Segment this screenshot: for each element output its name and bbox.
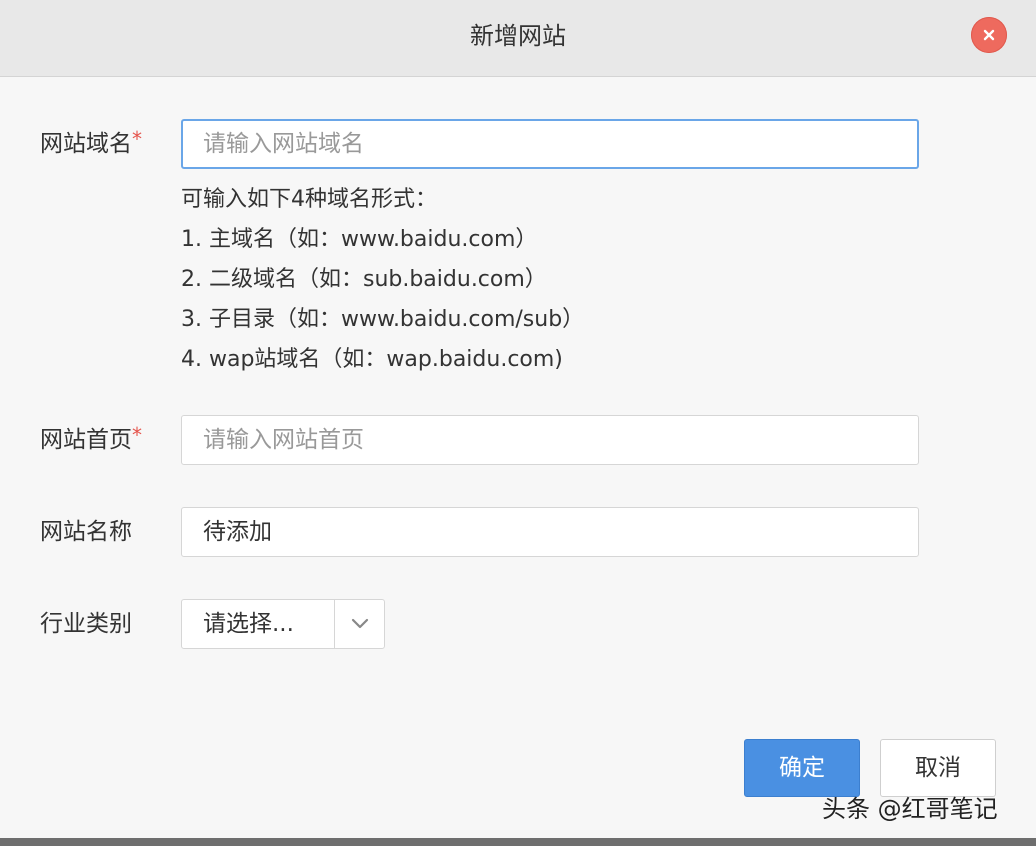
close-icon bbox=[983, 29, 995, 41]
site-name-label: 网站名称 bbox=[40, 519, 132, 545]
homepage-input-placeholder: 请输入网站首页 bbox=[203, 427, 364, 453]
site-name-value: 待添加 bbox=[203, 519, 272, 545]
site-name-input[interactable]: 待添加 bbox=[181, 507, 919, 557]
add-website-dialog: 新增网站 网站域名* 请输入网站域名 可输入如下4种域名形式： 1. 主域名（如… bbox=[0, 0, 1036, 838]
industry-select[interactable]: 请选择... bbox=[181, 599, 385, 649]
hint-item: 3. 子目录（如：www.baidu.com/sub） bbox=[181, 307, 585, 332]
hint-item: 2. 二级域名（如：sub.baidu.com） bbox=[181, 267, 547, 292]
select-divider bbox=[334, 600, 335, 648]
dialog-titlebar: 新增网站 bbox=[0, 0, 1036, 77]
watermark: 头条 @红哥笔记 bbox=[822, 795, 998, 823]
hint-item: 1. 主域名（如：www.baidu.com） bbox=[181, 227, 538, 252]
dialog-bottom-edge bbox=[0, 838, 1036, 846]
dialog-title: 新增网站 bbox=[470, 22, 566, 50]
domain-input[interactable]: 请输入网站域名 bbox=[181, 119, 919, 169]
hint-intro: 可输入如下4种域名形式： bbox=[181, 187, 437, 212]
industry-label: 行业类别 bbox=[40, 611, 132, 637]
homepage-label-text: 网站首页 bbox=[40, 427, 132, 453]
domain-label-text: 网站域名 bbox=[40, 131, 132, 157]
required-mark: * bbox=[132, 423, 142, 447]
domain-format-hints: 可输入如下4种域名形式： 1. 主域名（如：www.baidu.com） 2. … bbox=[181, 180, 584, 380]
domain-input-placeholder: 请输入网站域名 bbox=[203, 131, 364, 157]
homepage-input[interactable]: 请输入网站首页 bbox=[181, 415, 919, 465]
required-mark: * bbox=[132, 127, 142, 151]
domain-label: 网站域名* bbox=[40, 119, 142, 169]
chevron-down-icon[interactable] bbox=[351, 617, 369, 631]
close-button[interactable] bbox=[971, 17, 1007, 53]
industry-selected-value: 请选择... bbox=[203, 611, 294, 637]
hint-item: 4. wap站域名（如：wap.baidu.com) bbox=[181, 347, 563, 372]
homepage-label: 网站首页* bbox=[40, 415, 142, 465]
